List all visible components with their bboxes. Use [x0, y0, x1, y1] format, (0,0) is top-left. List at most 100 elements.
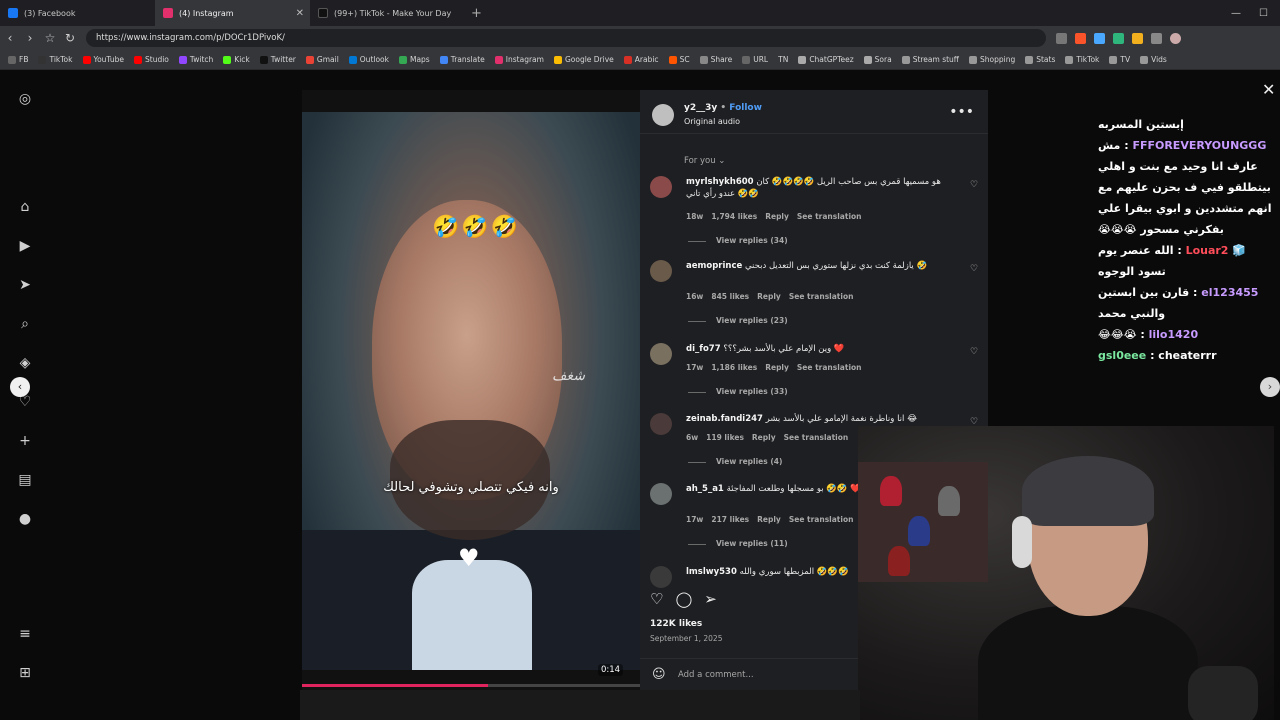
tab-facebook[interactable]: (3) Facebook	[0, 0, 155, 26]
reply-button[interactable]: Reply	[752, 433, 776, 442]
follow-button[interactable]: Follow	[729, 103, 762, 113]
avatar[interactable]	[650, 483, 672, 505]
extension-icon[interactable]	[1151, 32, 1162, 44]
bookmark-share[interactable]: Share	[699, 55, 732, 64]
menu-icon[interactable]: ≡	[16, 625, 34, 643]
bookmark-sc[interactable]: SC	[668, 55, 690, 64]
comment-likes[interactable]: 217 likes	[711, 515, 749, 524]
comment-username[interactable]: di_fo77	[686, 344, 721, 354]
video-progress-bar[interactable]	[302, 684, 640, 687]
bookmark-arabic[interactable]: Arabic	[623, 55, 659, 64]
bookmark-folder-vids[interactable]: Vids	[1140, 55, 1167, 64]
see-translation-link[interactable]: See translation	[797, 212, 862, 221]
bookmark-tn[interactable]: TN	[778, 55, 788, 64]
back-icon[interactable]: ‹	[0, 31, 20, 45]
bookmark-folder-shopping[interactable]: Shopping	[968, 55, 1015, 64]
comment-username[interactable]: lmslwy530	[686, 567, 737, 577]
extension-icon[interactable]	[1094, 32, 1105, 44]
reply-button[interactable]: Reply	[765, 363, 789, 372]
new-tab-button[interactable]: +	[471, 6, 482, 21]
profile-avatar[interactable]: ●	[16, 510, 34, 528]
like-comment-icon[interactable]: ♡	[970, 180, 978, 190]
bookmark-tiktok[interactable]: TikTok	[38, 55, 73, 64]
reels-icon[interactable]: ▶	[16, 237, 34, 255]
bookmark-studio[interactable]: Studio	[134, 55, 169, 64]
home-icon[interactable]: ⌂	[16, 198, 34, 216]
bookmark-google-drive[interactable]: Google Drive	[553, 55, 614, 64]
close-icon[interactable]: ✕	[1262, 80, 1275, 99]
maximize-icon[interactable]: ☐	[1259, 8, 1268, 19]
zoom-icon[interactable]	[1056, 32, 1067, 44]
extension-icon[interactable]	[1113, 32, 1124, 44]
extension-icon[interactable]	[1132, 32, 1143, 44]
bookmark-fb[interactable]: FB	[8, 55, 28, 64]
avatar[interactable]	[650, 566, 672, 588]
tab-tiktok[interactable]: (99+) TikTok - Make Your Day	[310, 0, 465, 26]
forward-icon[interactable]: ›	[20, 31, 40, 45]
post-likes[interactable]: 122K likes	[650, 619, 702, 629]
see-translation-link[interactable]: See translation	[797, 363, 862, 372]
also-from-meta-icon[interactable]: ⊞	[16, 664, 34, 682]
create-icon[interactable]: +	[16, 432, 34, 450]
reply-button[interactable]: Reply	[757, 515, 781, 524]
comment-likes[interactable]: 1,794 likes	[711, 212, 757, 221]
next-post-icon[interactable]: ›	[1260, 377, 1280, 397]
search-icon[interactable]: ⌕	[16, 315, 34, 333]
view-replies-button[interactable]: View replies (23)	[688, 316, 788, 325]
bookmark-maps[interactable]: Maps	[398, 55, 430, 64]
like-icon[interactable]: ♡	[650, 590, 663, 612]
instagram-logo-icon[interactable]: ◎	[16, 90, 34, 108]
view-replies-button[interactable]: View replies (4)	[688, 457, 782, 466]
post-username[interactable]: y2__3y	[684, 103, 717, 113]
explore-icon[interactable]: ◈	[16, 354, 34, 372]
comment-username[interactable]: aemoprince	[686, 261, 742, 271]
avatar[interactable]	[650, 260, 672, 282]
see-translation-link[interactable]: See translation	[784, 433, 849, 442]
avatar[interactable]	[650, 176, 672, 198]
avatar[interactable]	[650, 413, 672, 435]
previous-post-icon[interactable]: ‹	[10, 377, 30, 397]
sort-comments-dropdown[interactable]: For you ⌄	[684, 156, 725, 166]
direct-messages-icon[interactable]: ➤	[16, 276, 34, 294]
comment-username[interactable]: zeinab.fandi247	[686, 414, 763, 424]
comment-likes[interactable]: 845 likes	[711, 292, 749, 301]
brave-shield-icon[interactable]	[1075, 32, 1086, 44]
comment-icon[interactable]: ◯	[675, 590, 692, 612]
reply-button[interactable]: Reply	[765, 212, 789, 221]
avatar[interactable]	[652, 104, 674, 126]
bookmark-translate[interactable]: Translate	[439, 55, 485, 64]
url-field[interactable]: https://www.instagram.com/p/DOCr1DPivoK/	[86, 29, 1046, 47]
comment-likes[interactable]: 119 likes	[706, 433, 744, 442]
see-translation-link[interactable]: See translation	[789, 515, 854, 524]
comment-likes[interactable]: 1,186 likes	[711, 363, 757, 372]
view-replies-button[interactable]: View replies (34)	[688, 236, 788, 245]
see-translation-link[interactable]: See translation	[789, 292, 854, 301]
close-tab-icon[interactable]: ✕	[296, 8, 304, 19]
bookmark-folder-stats[interactable]: Stats	[1025, 55, 1055, 64]
reel-video[interactable]: 🤣🤣🤣 شغف وانه فيكي تتصلي وتشوفي لحالك ♥ 0…	[302, 90, 640, 690]
dashboard-icon[interactable]: ▤	[16, 471, 34, 489]
comment-username[interactable]: myrlshykh600	[686, 177, 754, 187]
minimize-icon[interactable]: —	[1231, 8, 1241, 19]
view-replies-button[interactable]: View replies (11)	[688, 539, 788, 548]
bookmark-folder-tiktok[interactable]: TikTok	[1065, 55, 1099, 64]
like-comment-icon[interactable]: ♡	[970, 347, 978, 357]
bookmark-chatgpteez[interactable]: ChatGPTeez	[798, 55, 854, 64]
bookmark-sora[interactable]: Sora	[863, 55, 892, 64]
tab-instagram[interactable]: (4) Instagram ✕	[155, 0, 310, 26]
bookmark-twitch[interactable]: Twitch	[178, 55, 213, 64]
bookmark-twitter[interactable]: Twitter	[259, 55, 296, 64]
reload-icon[interactable]: ↻	[60, 31, 80, 45]
bookmark-folder-stream-stuff[interactable]: Stream stuff	[901, 55, 959, 64]
audio-label[interactable]: Original audio	[684, 117, 740, 126]
bookmark-gmail[interactable]: Gmail	[305, 55, 339, 64]
avatar[interactable]	[650, 343, 672, 365]
bookmark-instagram[interactable]: Instagram	[494, 55, 544, 64]
view-replies-button[interactable]: View replies (33)	[688, 387, 788, 396]
add-comment-input[interactable]: Add a comment...	[678, 670, 754, 680]
like-comment-icon[interactable]: ♡	[970, 264, 978, 274]
bookmark-url[interactable]: URL	[742, 55, 768, 64]
bookmark-folder-tv[interactable]: TV	[1109, 55, 1130, 64]
more-options-icon[interactable]: •••	[949, 104, 974, 120]
bookmark-icon[interactable]: ☆	[40, 31, 60, 45]
